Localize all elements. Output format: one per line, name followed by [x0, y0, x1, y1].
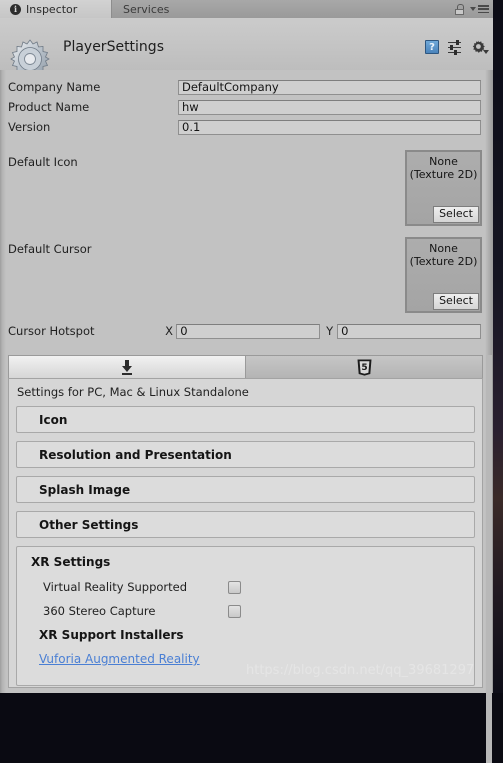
- inspector-header: PlayerSettings ?: [0, 18, 493, 79]
- row-virtual-reality-supported: Virtual Reality Supported: [43, 578, 463, 596]
- desktop-background-strip: [493, 0, 503, 693]
- company-name-label: Company Name: [8, 80, 101, 94]
- row-360-stereo-capture: 360 Stereo Capture: [43, 602, 463, 620]
- tab-services[interactable]: Services: [113, 0, 201, 18]
- html5-webgl-icon: 5: [357, 359, 371, 376]
- tab-services-label: Services: [123, 2, 170, 16]
- xr-support-installers-title: XR Support Installers: [39, 628, 184, 642]
- default-icon-none-line2: (Texture 2D): [409, 168, 478, 181]
- standalone-download-icon: [122, 359, 132, 375]
- screen: i Inspector Services PlayerSettings ? Co…: [0, 0, 503, 763]
- stereo-capture-label: 360 Stereo Capture: [43, 604, 156, 618]
- lock-icon[interactable]: [455, 3, 464, 15]
- help-book-icon[interactable]: ?: [425, 40, 439, 54]
- platform-tab-strip: 5: [8, 355, 483, 378]
- foldout-splash-image[interactable]: Splash Image: [16, 476, 475, 503]
- foldout-resolution-and-presentation[interactable]: Resolution and Presentation: [16, 441, 475, 468]
- company-name-input[interactable]: DefaultCompany: [178, 79, 481, 95]
- product-name-input[interactable]: hw: [178, 99, 481, 115]
- hotspot-x-input[interactable]: 0: [176, 323, 321, 339]
- inspector-window: i Inspector Services PlayerSettings ? Co…: [0, 0, 493, 763]
- tab-inspector[interactable]: i Inspector: [0, 0, 112, 18]
- platform-settings-panel: Settings for PC, Mac & Linux Standalone …: [8, 378, 483, 688]
- version-label: Version: [8, 120, 51, 134]
- foldout-other-settings-label: Other Settings: [39, 517, 139, 532]
- cursor-hotspot-label: Cursor Hotspot: [8, 324, 95, 338]
- header-icon-group: ?: [425, 39, 489, 55]
- panel-left-edge: [0, 70, 6, 693]
- foldout-icon[interactable]: Icon: [16, 406, 475, 433]
- inspector-body: Company Name DefaultCompany Product Name…: [0, 70, 493, 763]
- platform-tab-webgl[interactable]: 5: [246, 355, 483, 378]
- foldout-resolution-label: Resolution and Presentation: [39, 447, 232, 462]
- default-icon-none-line1: None: [429, 155, 458, 168]
- foldout-splash-label: Splash Image: [39, 482, 131, 497]
- foldout-icon-label: Icon: [39, 412, 68, 427]
- row-product-name: Product Name hw: [8, 98, 481, 116]
- row-cursor-hotspot: Cursor Hotspot X 0 Y 0: [8, 322, 482, 340]
- row-company-name: Company Name DefaultCompany: [8, 78, 481, 96]
- default-cursor-label: Default Cursor: [8, 242, 92, 256]
- hotspot-y-input[interactable]: 0: [337, 323, 482, 339]
- hotspot-y-label: Y: [326, 324, 334, 338]
- foldout-other-settings[interactable]: Other Settings: [16, 511, 475, 538]
- vuforia-installer-link[interactable]: Vuforia Augmented Reality: [39, 652, 200, 666]
- virtual-reality-supported-checkbox[interactable]: [228, 580, 241, 594]
- svg-text:5: 5: [361, 363, 367, 373]
- default-cursor-object-field[interactable]: None (Texture 2D) Select: [405, 237, 482, 313]
- default-icon-object-field[interactable]: None (Texture 2D) Select: [405, 150, 482, 226]
- watermark-text: https://blog.csdn.net/qq_39681297: [246, 663, 475, 678]
- product-name-label: Product Name: [8, 100, 90, 114]
- gear-dropdown-icon[interactable]: [471, 40, 489, 54]
- info-icon: i: [10, 3, 21, 15]
- vertical-scrollbar[interactable]: [486, 355, 492, 763]
- default-icon-label: Default Icon: [8, 155, 78, 169]
- tab-bar: i Inspector Services: [0, 0, 493, 19]
- hotspot-x-label: X: [165, 324, 173, 338]
- version-input[interactable]: 0.1: [178, 119, 481, 135]
- row-version: Version 0.1: [8, 118, 481, 136]
- virtual-reality-supported-label: Virtual Reality Supported: [43, 580, 188, 594]
- default-icon-select-button[interactable]: Select: [433, 206, 479, 223]
- tab-bar-controls: [455, 0, 489, 18]
- default-cursor-none-line2: (Texture 2D): [409, 255, 478, 268]
- tab-inspector-label: Inspector: [26, 2, 78, 16]
- default-cursor-none-line1: None: [429, 242, 458, 255]
- stereo-capture-checkbox[interactable]: [228, 604, 241, 618]
- hamburger-menu-icon[interactable]: [470, 5, 489, 13]
- platform-tab-standalone[interactable]: [8, 355, 246, 378]
- preset-sliders-icon[interactable]: [448, 39, 462, 55]
- xr-settings-title: XR Settings: [31, 555, 111, 569]
- page-title: PlayerSettings: [63, 39, 164, 55]
- default-cursor-select-button[interactable]: Select: [433, 293, 479, 310]
- settings-caption: Settings for PC, Mac & Linux Standalone: [17, 385, 249, 399]
